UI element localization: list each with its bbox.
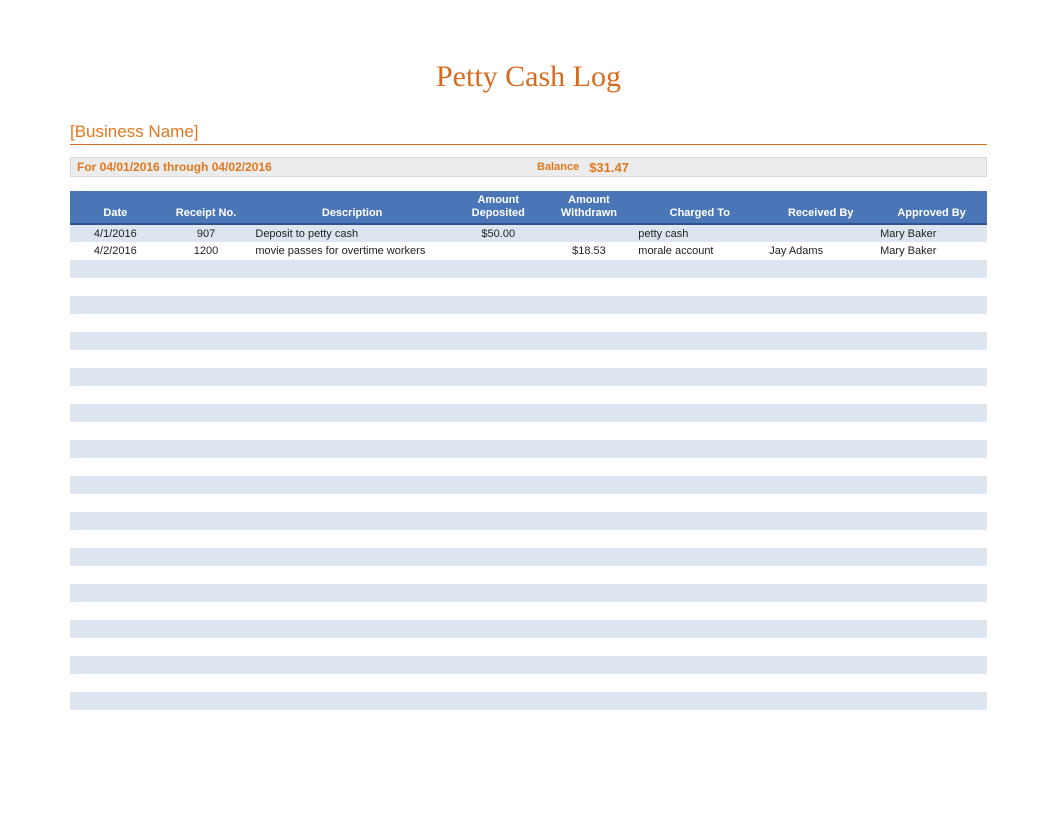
cell-approved-by: Mary Baker [876,242,987,260]
table-row: 4/1/2016907Deposit to petty cash$50.00 pe… [70,224,987,242]
col-header-description: Description [251,191,453,224]
cell-description: Deposit to petty cash [251,224,453,242]
table-row-empty [70,332,987,350]
col-header-received-by: Received By [765,191,876,224]
table-row-empty [70,638,987,656]
cell-charged-to: morale account [634,242,765,260]
cell-date: 4/2/2016 [70,242,161,260]
cell-deposited: $50.00 [453,224,544,242]
page-title: Petty Cash Log [70,60,987,94]
table-row-empty [70,710,987,728]
table-row-empty [70,548,987,566]
table-row-empty [70,476,987,494]
table-row-empty [70,404,987,422]
col-header-charged-to: Charged To [634,191,765,224]
table-row-empty [70,674,987,692]
table-row-empty [70,296,987,314]
col-header-receipt: Receipt No. [161,191,252,224]
table-row: 4/2/20161200movie passes for overtime wo… [70,242,987,260]
balance-label: Balance [537,161,579,173]
table-row-empty [70,458,987,476]
table-row-empty [70,386,987,404]
cell-deposited [453,242,544,260]
table-row-empty [70,422,987,440]
summary-bar: For 04/01/2016 through 04/02/2016 Balanc… [70,157,987,177]
table-row-empty [70,584,987,602]
table-header-row: Date Receipt No. Description AmountDepos… [70,191,987,224]
table-row-empty [70,620,987,638]
cell-withdrawn: $18.53 [544,242,635,260]
cell-charged-to: petty cash [634,224,765,242]
balance-value: $31.47 [589,160,629,175]
table-row-empty [70,440,987,458]
cell-description: movie passes for overtime workers [251,242,453,260]
cell-date: 4/1/2016 [70,224,161,242]
petty-cash-table: Date Receipt No. Description AmountDepos… [70,191,987,728]
table-row-empty [70,350,987,368]
table-row-empty [70,656,987,674]
table-row-empty [70,314,987,332]
business-name: [Business Name] [70,122,987,144]
table-row-empty [70,512,987,530]
cell-receipt: 1200 [161,242,252,260]
col-header-date: Date [70,191,161,224]
table-row-empty [70,692,987,710]
table-row-empty [70,566,987,584]
table-row-empty [70,494,987,512]
period-range: For 04/01/2016 through 04/02/2016 [77,160,537,174]
cell-received-by [765,224,876,242]
cell-withdrawn [544,224,635,242]
col-header-approved-by: Approved By [876,191,987,224]
title-divider [70,144,987,145]
cell-receipt: 907 [161,224,252,242]
table-row-empty [70,278,987,296]
col-header-withdrawn: AmountWithdrawn [544,191,635,224]
cell-received-by: Jay Adams [765,242,876,260]
table-body: 4/1/2016907Deposit to petty cash$50.00 pe… [70,224,987,728]
cell-approved-by: Mary Baker [876,224,987,242]
table-row-empty [70,530,987,548]
table-row-empty [70,260,987,278]
table-row-empty [70,368,987,386]
col-header-deposited: AmountDeposited [453,191,544,224]
table-row-empty [70,602,987,620]
